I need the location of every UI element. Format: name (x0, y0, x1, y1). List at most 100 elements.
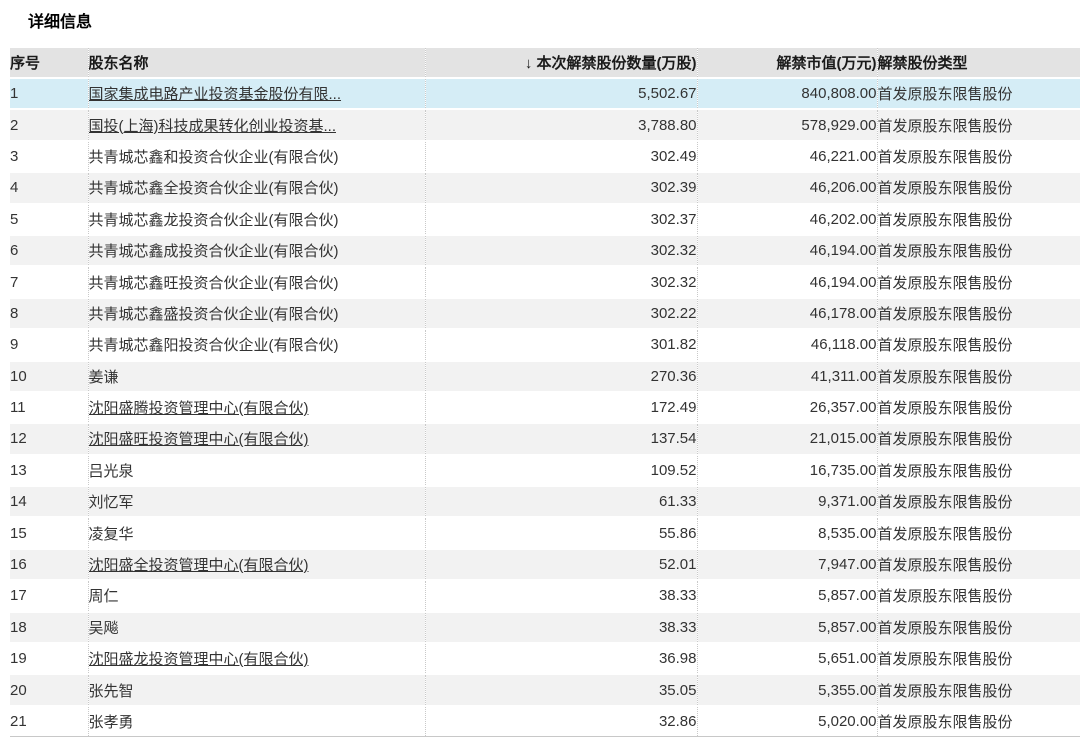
share-type-cell: 首发原股东限售股份 (877, 392, 1080, 423)
shareholder-name-cell: 共青城芯鑫和投资合伙企业(有限合伙) (88, 141, 425, 172)
unlock-quantity-cell: 36.98 (425, 643, 697, 674)
shareholder-name: 共青城芯鑫盛投资合伙企业(有限合伙) (89, 306, 339, 323)
shareholder-name: 张先智 (89, 683, 134, 700)
share-type-cell: 首发原股东限售股份 (877, 361, 1080, 392)
unlock-quantity-cell: 61.33 (425, 486, 697, 517)
unlock-quantity-cell: 109.52 (425, 455, 697, 486)
shareholder-name-cell: 刘忆军 (88, 486, 425, 517)
shareholder-name-cell: 国家集成电路产业投资基金股份有限... (88, 78, 425, 109)
shareholder-name-cell: 沈阳盛龙投资管理中心(有限合伙) (88, 643, 425, 674)
share-type-cell: 首发原股东限售股份 (877, 172, 1080, 203)
table-row: 2 国投(上海)科技成果转化创业投资基... 3,788.80 578,929.… (10, 109, 1080, 140)
market-value-cell: 46,221.00 (697, 141, 877, 172)
shareholder-name: 共青城芯鑫全投资合伙企业(有限合伙) (89, 180, 339, 197)
unlock-detail-table: 序号 股东名称 ↓ 本次解禁股份数量(万股) 解禁市值(万元) 解禁股份类型 1… (10, 48, 1080, 737)
page: 详细信息 序号 股东名称 ↓ 本次解禁股份数量(万股) 解禁市值(万元) 解禁股… (0, 0, 1080, 742)
shareholder-name[interactable]: 国家集成电路产业投资基金股份有限... (89, 86, 342, 103)
col-header-index[interactable]: 序号 (10, 48, 88, 78)
col-header-unlock-quantity[interactable]: ↓ 本次解禁股份数量(万股) (425, 48, 697, 78)
row-index-cell: 14 (10, 486, 88, 517)
market-value-cell: 5,857.00 (697, 612, 877, 643)
market-value-cell: 8,535.00 (697, 517, 877, 548)
unlock-quantity-cell: 302.39 (425, 172, 697, 203)
share-type-cell: 首发原股东限售股份 (877, 235, 1080, 266)
shareholder-name[interactable]: 国投(上海)科技成果转化创业投资基... (89, 118, 337, 135)
shareholder-name-cell: 张先智 (88, 674, 425, 705)
share-type-cell: 首发原股东限售股份 (877, 423, 1080, 454)
shareholder-name-cell: 张孝勇 (88, 706, 425, 737)
unlock-quantity-cell: 302.22 (425, 298, 697, 329)
share-type-cell: 首发原股东限售股份 (877, 78, 1080, 109)
share-type-cell: 首发原股东限售股份 (877, 612, 1080, 643)
table-row: 12 沈阳盛旺投资管理中心(有限合伙) 137.54 21,015.00 首发原… (10, 423, 1080, 454)
table-row: 16 沈阳盛全投资管理中心(有限合伙) 52.01 7,947.00 首发原股东… (10, 549, 1080, 580)
table-body: 1 国家集成电路产业投资基金股份有限... 5,502.67 840,808.0… (10, 78, 1080, 737)
row-index-cell: 3 (10, 141, 88, 172)
share-type-cell: 首发原股东限售股份 (877, 266, 1080, 297)
table-row: 4 共青城芯鑫全投资合伙企业(有限合伙) 302.39 46,206.00 首发… (10, 172, 1080, 203)
market-value-cell: 5,651.00 (697, 643, 877, 674)
shareholder-name-cell: 吕光泉 (88, 455, 425, 486)
shareholder-name: 周仁 (89, 588, 119, 605)
shareholder-name[interactable]: 沈阳盛腾投资管理中心(有限合伙) (89, 400, 309, 417)
col-header-share-type[interactable]: 解禁股份类型 (877, 48, 1080, 78)
page-title: 详细信息 (28, 8, 92, 32)
shareholder-name: 共青城芯鑫龙投资合伙企业(有限合伙) (89, 212, 339, 229)
table-row: 14 刘忆军 61.33 9,371.00 首发原股东限售股份 (10, 486, 1080, 517)
table-row: 20 张先智 35.05 5,355.00 首发原股东限售股份 (10, 674, 1080, 705)
share-type-cell: 首发原股东限售股份 (877, 298, 1080, 329)
col-header-shareholder-name[interactable]: 股东名称 (88, 48, 425, 78)
unlock-quantity-cell: 301.82 (425, 329, 697, 360)
unlock-quantity-cell: 38.33 (425, 612, 697, 643)
shareholder-name: 吴飚 (89, 620, 119, 637)
row-index-cell: 16 (10, 549, 88, 580)
share-type-cell: 首发原股东限售股份 (877, 329, 1080, 360)
market-value-cell: 578,929.00 (697, 109, 877, 140)
market-value-cell: 46,202.00 (697, 204, 877, 235)
share-type-cell: 首发原股东限售股份 (877, 674, 1080, 705)
row-index-cell: 13 (10, 455, 88, 486)
row-index-cell: 5 (10, 204, 88, 235)
row-index-cell: 19 (10, 643, 88, 674)
row-index-cell: 12 (10, 423, 88, 454)
shareholder-name-cell: 凌复华 (88, 517, 425, 548)
shareholder-name-cell: 共青城芯鑫全投资合伙企业(有限合伙) (88, 172, 425, 203)
shareholder-name[interactable]: 沈阳盛龙投资管理中心(有限合伙) (89, 651, 309, 668)
unlock-quantity-cell: 52.01 (425, 549, 697, 580)
shareholder-name-cell: 沈阳盛旺投资管理中心(有限合伙) (88, 423, 425, 454)
market-value-cell: 840,808.00 (697, 78, 877, 109)
table-row: 17 周仁 38.33 5,857.00 首发原股东限售股份 (10, 580, 1080, 611)
col-header-market-value[interactable]: 解禁市值(万元) (697, 48, 877, 78)
table-row: 21 张孝勇 32.86 5,020.00 首发原股东限售股份 (10, 706, 1080, 737)
shareholder-name-cell: 沈阳盛腾投资管理中心(有限合伙) (88, 392, 425, 423)
row-index-cell: 1 (10, 78, 88, 109)
shareholder-name: 刘忆军 (89, 494, 134, 511)
shareholder-name: 张孝勇 (89, 714, 134, 731)
share-type-cell: 首发原股东限售股份 (877, 517, 1080, 548)
unlock-quantity-cell: 35.05 (425, 674, 697, 705)
shareholder-name: 共青城芯鑫旺投资合伙企业(有限合伙) (89, 275, 339, 292)
table-row: 19 沈阳盛龙投资管理中心(有限合伙) 36.98 5,651.00 首发原股东… (10, 643, 1080, 674)
shareholder-name: 凌复华 (89, 526, 134, 543)
shareholder-name[interactable]: 沈阳盛全投资管理中心(有限合伙) (89, 557, 309, 574)
row-index-cell: 18 (10, 612, 88, 643)
shareholder-name: 共青城芯鑫和投资合伙企业(有限合伙) (89, 149, 339, 166)
row-index-cell: 11 (10, 392, 88, 423)
table-row: 10 姜谦 270.36 41,311.00 首发原股东限售股份 (10, 361, 1080, 392)
shareholder-name[interactable]: 沈阳盛旺投资管理中心(有限合伙) (89, 431, 309, 448)
shareholder-name-cell: 沈阳盛全投资管理中心(有限合伙) (88, 549, 425, 580)
shareholder-name: 共青城芯鑫成投资合伙企业(有限合伙) (89, 243, 339, 260)
table-row: 13 吕光泉 109.52 16,735.00 首发原股东限售股份 (10, 455, 1080, 486)
row-index-cell: 6 (10, 235, 88, 266)
market-value-cell: 5,355.00 (697, 674, 877, 705)
unlock-quantity-cell: 302.32 (425, 266, 697, 297)
market-value-cell: 46,178.00 (697, 298, 877, 329)
share-type-cell: 首发原股东限售股份 (877, 486, 1080, 517)
market-value-cell: 7,947.00 (697, 549, 877, 580)
table-row: 11 沈阳盛腾投资管理中心(有限合伙) 172.49 26,357.00 首发原… (10, 392, 1080, 423)
row-index-cell: 7 (10, 266, 88, 297)
shareholder-name-cell: 周仁 (88, 580, 425, 611)
table-row: 8 共青城芯鑫盛投资合伙企业(有限合伙) 302.22 46,178.00 首发… (10, 298, 1080, 329)
unlock-quantity-cell: 302.49 (425, 141, 697, 172)
row-index-cell: 21 (10, 706, 88, 737)
